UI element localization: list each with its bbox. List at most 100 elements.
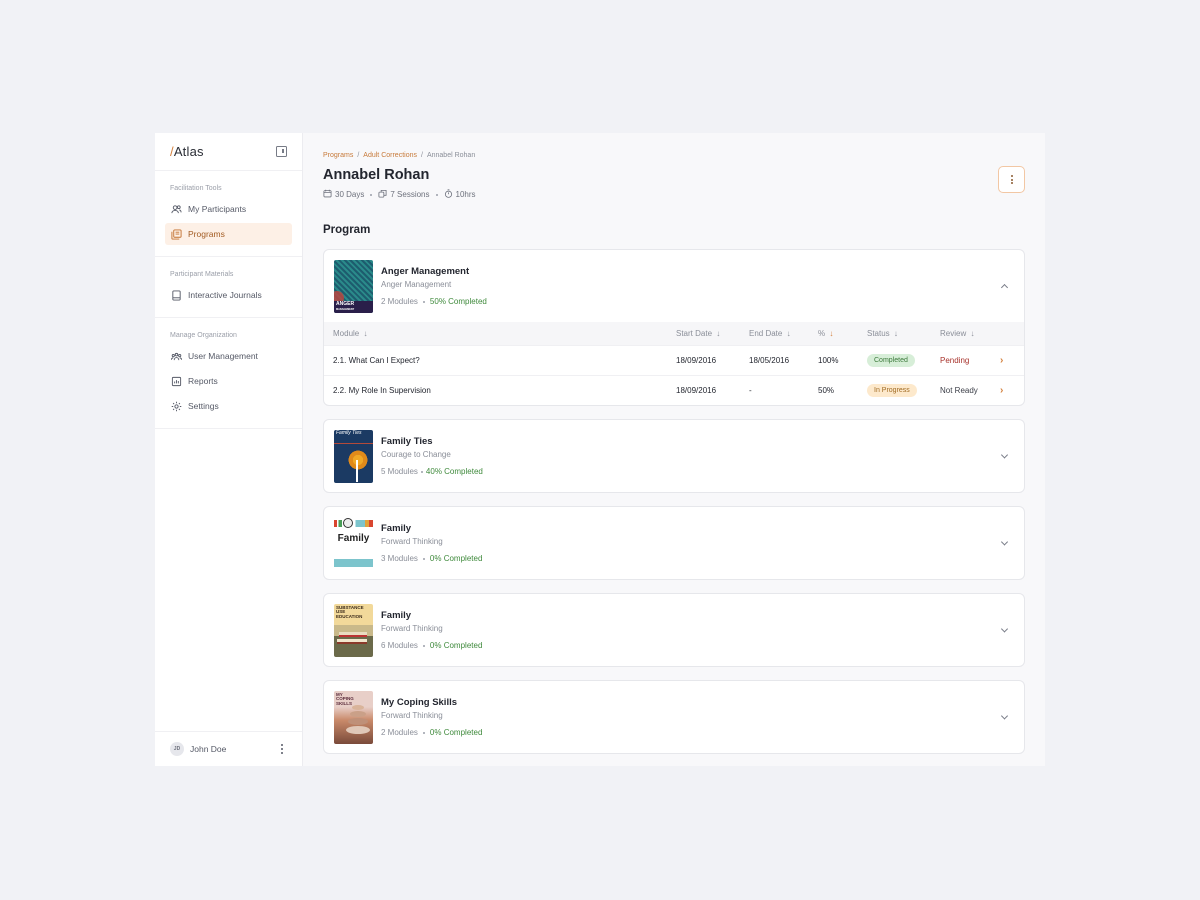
logo-row: /Atlas	[155, 133, 302, 171]
program-card: Family Family Forward Thinking 3 Modules…	[323, 506, 1025, 580]
program-title: Family Ties	[381, 436, 433, 447]
completion-label: 0% Completed	[429, 641, 483, 650]
breadcrumb-current: Annabel Rohan	[426, 152, 476, 159]
timer-icon	[444, 189, 453, 200]
chevron-down-icon[interactable]	[1000, 712, 1009, 720]
program-card-header[interactable]: Family Ties Family Ties Courage to Chang…	[324, 420, 1024, 492]
sidebar-item-label: User Management	[188, 351, 258, 361]
chevron-right-icon[interactable]: ›	[1000, 355, 1003, 366]
completion-label: 0% Completed	[429, 728, 483, 737]
modules-table: Module ↓ Start Date ↓ End Date ↓ % ↓ Sta…	[324, 322, 1024, 405]
column-header-module[interactable]: Module ↓	[324, 322, 667, 345]
sidebar-item-label: Reports	[188, 376, 218, 386]
sidebar-item-interactive-journals[interactable]: Interactive Journals	[165, 284, 292, 306]
calendar-icon	[323, 189, 332, 200]
chevron-down-icon[interactable]	[1000, 625, 1009, 633]
program-title: Family	[381, 610, 412, 621]
sidebar-item-settings[interactable]: Settings	[165, 395, 292, 417]
sidebar-item-programs[interactable]: Programs	[165, 223, 292, 245]
cover-text: Family	[337, 532, 370, 544]
completion-label: 50% Completed	[429, 297, 487, 306]
program-title: Anger Management	[381, 266, 470, 277]
cover-text: ANGER	[336, 300, 355, 307]
participant-meta: 30 Days 7 Sessions 10hrs	[323, 189, 1025, 200]
program-card: MY COPING SKILLS My Coping Skills Forwar…	[323, 680, 1025, 754]
avatar: JD	[170, 742, 184, 756]
program-cover-image: Family Ties	[334, 429, 373, 483]
percent: 50%	[818, 385, 835, 395]
more-options-button[interactable]	[998, 166, 1025, 193]
program-cover-image: MY COPING SKILLS	[334, 690, 373, 744]
chevron-right-icon[interactable]: ›	[1000, 385, 1003, 396]
review-status: Pending	[940, 355, 970, 365]
sidebar-collapse-icon[interactable]	[276, 146, 287, 157]
chevron-up-icon[interactable]	[1000, 283, 1009, 292]
cover-text: Family Ties	[336, 429, 362, 436]
cover-subtext: MANAGEMENT	[336, 308, 355, 311]
sidebar-item-label: Interactive Journals	[188, 290, 262, 300]
sort-arrow-icon: ↓	[363, 328, 368, 338]
sort-arrow-icon: ↓	[829, 328, 834, 338]
section-title: Manage Organization	[170, 332, 237, 339]
percent: 100%	[818, 355, 839, 365]
breadcrumb-separator: /	[421, 152, 423, 159]
start-date: 18/09/2016	[676, 355, 717, 365]
column-header-action	[991, 322, 1024, 345]
user-menu-icon[interactable]	[277, 744, 287, 754]
program-title: My Coping Skills	[381, 697, 458, 708]
gear-icon	[171, 401, 182, 412]
table-row[interactable]: 2.2. My Role In Supervision 18/09/2016 -…	[324, 375, 1024, 405]
sidebar-item-reports[interactable]: Reports	[165, 370, 292, 392]
program-card: Family Ties Family Ties Courage to Chang…	[323, 419, 1025, 493]
module-name: 2.2. My Role In Supervision	[333, 385, 431, 395]
sidebar-item-my-participants[interactable]: My Participants	[165, 198, 292, 220]
column-header-status[interactable]: Status ↓	[858, 322, 931, 345]
program-subtitle: Courage to Change	[381, 450, 451, 459]
sidebar-item-user-management[interactable]: User Management	[165, 345, 292, 367]
sort-arrow-icon: ↓	[970, 328, 975, 338]
cover-text: SUBSTANCE USE EDUCATION	[336, 604, 364, 619]
column-header-review[interactable]: Review ↓	[931, 322, 991, 345]
program-card-header[interactable]: MY COPING SKILLS My Coping Skills Forwar…	[324, 681, 1024, 753]
sidebar: /Atlas Facilitation Tools My Participant…	[155, 133, 303, 766]
table-header-row: Module ↓ Start Date ↓ End Date ↓ % ↓ Sta…	[324, 322, 1024, 345]
user-name: John Doe	[190, 744, 227, 754]
module-count: 2 Modules	[381, 297, 418, 306]
user-profile[interactable]: JD John Doe	[155, 731, 302, 766]
breadcrumb-separator: /	[357, 152, 360, 159]
chevron-down-icon[interactable]	[1000, 538, 1009, 546]
program-card-header[interactable]: SUBSTANCE USE EDUCATION Family Forward T…	[324, 594, 1024, 666]
program-cover-image: SUBSTANCE USE EDUCATION	[334, 603, 373, 657]
column-header-start-date[interactable]: Start Date ↓	[667, 322, 740, 345]
program-card-header[interactable]: Family Family Forward Thinking 3 Modules…	[324, 507, 1024, 579]
breadcrumb-programs[interactable]: Programs	[323, 152, 353, 159]
breadcrumb-adult-corrections[interactable]: Adult Corrections	[363, 152, 417, 159]
users-icon	[171, 204, 182, 215]
module-count: 6 Modules	[381, 641, 418, 650]
sidebar-section-facilitation: Facilitation Tools My Participants Progr…	[155, 171, 302, 257]
column-header-percent[interactable]: % ↓	[809, 322, 858, 345]
sessions-icon	[378, 189, 387, 200]
module-name: 2.1. What Can I Expect?	[333, 355, 420, 365]
completion-label: 40% Completed	[425, 467, 483, 476]
review-status: Not Ready	[940, 385, 978, 395]
sort-arrow-icon: ↓	[786, 328, 791, 338]
section-title: Participant Materials	[170, 271, 234, 278]
table-row[interactable]: 2.1. What Can I Expect? 18/09/2016 18/05…	[324, 345, 1024, 375]
program-title: Family	[381, 523, 412, 534]
program-subtitle: Forward Thinking	[381, 624, 443, 633]
section-title: Facilitation Tools	[170, 185, 222, 192]
end-date: 18/05/2016	[749, 355, 790, 365]
chevron-down-icon[interactable]	[1000, 451, 1009, 459]
start-date: 18/09/2016	[676, 385, 717, 395]
column-header-end-date[interactable]: End Date ↓	[740, 322, 809, 345]
program-card-header[interactable]: ANGER MANAGEMENT Anger Management Anger …	[324, 250, 1024, 322]
app-name: Atlas	[173, 144, 204, 159]
page-title: Annabel Rohan	[323, 167, 430, 183]
end-date: -	[749, 385, 752, 395]
logo[interactable]: /Atlas	[170, 144, 204, 159]
journal-icon	[171, 289, 182, 301]
sidebar-item-label: My Participants	[188, 204, 247, 214]
separator-dot	[370, 193, 373, 196]
hours-label: 10hrs	[455, 190, 476, 199]
